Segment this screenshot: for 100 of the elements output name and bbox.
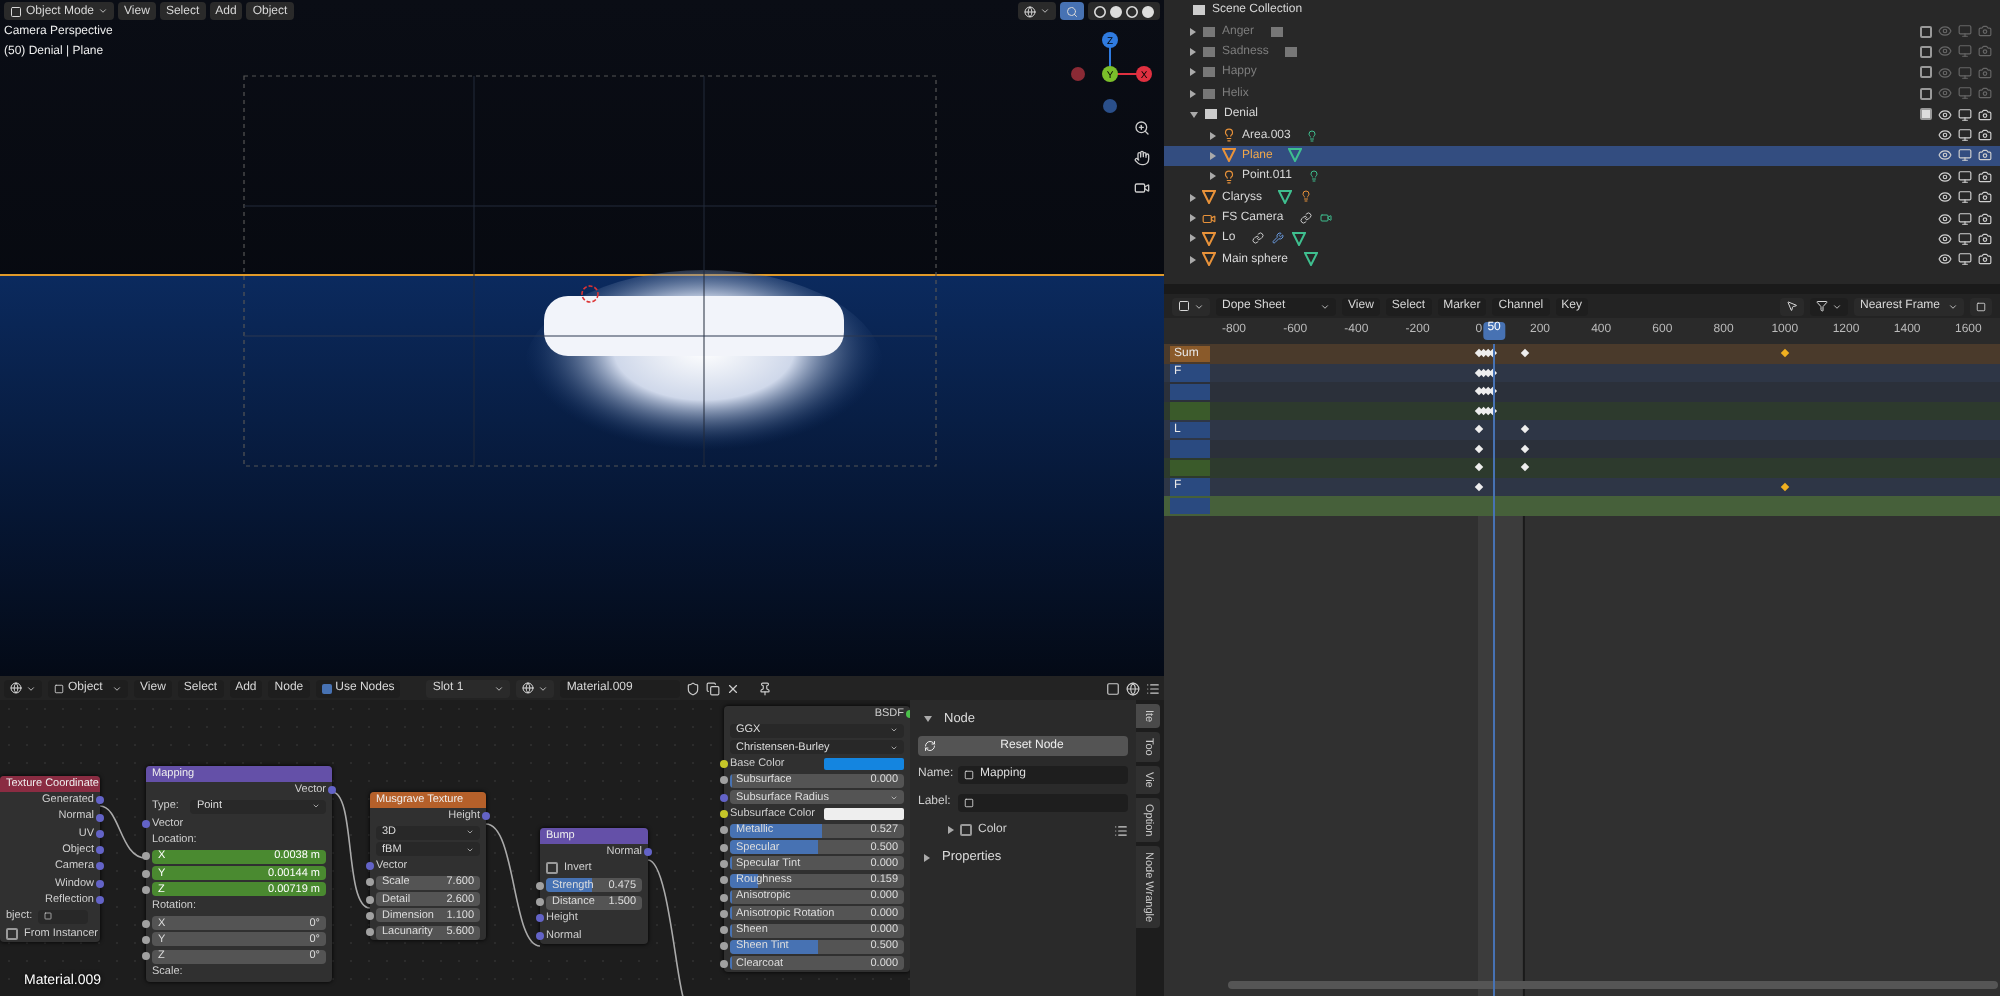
keyframe-icon[interactable]: [1519, 348, 1530, 359]
socket-dot[interactable]: [366, 862, 374, 871]
list-icon[interactable]: [1146, 681, 1160, 695]
socket-dot[interactable]: [142, 919, 150, 928]
square-icon: [1976, 301, 1986, 311]
socket-dot[interactable]: [644, 848, 652, 857]
hand-icon[interactable]: [1130, 146, 1152, 168]
monitor-icon[interactable]: [1958, 128, 1972, 143]
material-browse-button[interactable]: [516, 679, 555, 697]
socket-dot[interactable]: [142, 886, 150, 895]
object-field[interactable]: [38, 909, 89, 924]
shading-button[interactable]: [1088, 2, 1160, 20]
socket-dot[interactable]: [96, 879, 104, 888]
filter-icon: [1816, 300, 1828, 312]
checkbox[interactable]: [546, 862, 558, 875]
checkbox[interactable]: [1920, 108, 1932, 121]
socket-dot[interactable]: [142, 852, 150, 861]
socket-dot[interactable]: [366, 928, 374, 937]
socket-dot[interactable]: [96, 796, 104, 805]
filter-button[interactable]: [1810, 297, 1848, 315]
socket-dot[interactable]: [720, 926, 728, 935]
solid-icon[interactable]: [1110, 5, 1122, 17]
select-button[interactable]: [1780, 297, 1804, 315]
color-swatch[interactable]: [824, 807, 904, 820]
wireframe-icon[interactable]: [1094, 5, 1106, 17]
socket-dot[interactable]: [142, 819, 150, 828]
node-link: [485, 823, 541, 947]
pin-icon[interactable]: [758, 681, 773, 695]
globe-icon[interactable]: [1126, 681, 1140, 695]
socket-dot[interactable]: [366, 878, 374, 887]
socket-dot[interactable]: [536, 898, 544, 907]
globe-icon: [1024, 5, 1036, 17]
overlay-toggle-button[interactable]: [1060, 2, 1084, 20]
socket-dot[interactable]: [482, 812, 490, 821]
camera-icon: [1202, 211, 1216, 226]
socket-dot[interactable]: [142, 869, 150, 878]
socket-dot[interactable]: [96, 846, 104, 855]
monitor-icon[interactable]: [1958, 107, 1972, 122]
socket-dot[interactable]: [536, 931, 544, 940]
node-link: [647, 859, 685, 996]
keyframe-icon[interactable]: [1779, 481, 1790, 492]
monitor-icon[interactable]: [1958, 190, 1972, 205]
socket-dot[interactable]: [142, 952, 150, 961]
list-icon[interactable]: [1114, 823, 1128, 837]
socket-dot[interactable]: [142, 935, 150, 944]
color-swatch[interactable]: [824, 758, 904, 771]
copy-icon[interactable]: [706, 681, 721, 695]
proportional-button[interactable]: [1970, 297, 1992, 315]
socket-dot[interactable]: [536, 881, 544, 890]
lightbulb-icon: [1222, 169, 1236, 184]
socket-dot[interactable]: [720, 859, 728, 868]
lightbulb-icon: [1300, 190, 1313, 203]
square-icon: [44, 912, 53, 921]
socket-dot[interactable]: [720, 893, 728, 902]
socket-dot[interactable]: [366, 912, 374, 921]
checkbox[interactable]: [6, 927, 18, 940]
color-checkbox[interactable]: [960, 824, 972, 836]
shader-node[interactable]: [724, 706, 910, 972]
socket-dot[interactable]: [720, 776, 728, 785]
material-icon[interactable]: [1126, 5, 1138, 17]
checkbox[interactable]: [1920, 66, 1932, 79]
shield-icon[interactable]: [686, 681, 701, 695]
socket-dot[interactable]: [720, 793, 728, 802]
lightbulb-icon: [1222, 128, 1236, 143]
link-icon: [1299, 212, 1312, 225]
checkbox[interactable]: [1920, 25, 1932, 38]
editor-type-dropdown[interactable]: [4, 679, 42, 697]
close-icon[interactable]: [726, 681, 741, 695]
socket-dot[interactable]: [720, 959, 728, 968]
keyframe-icon[interactable]: [1779, 348, 1790, 359]
checkbox[interactable]: [1920, 87, 1932, 100]
editor-type-dropdown[interactable]: [1172, 297, 1210, 315]
socket-dot[interactable]: [96, 813, 104, 822]
socket-dot[interactable]: [96, 829, 104, 838]
socket-dot[interactable]: [720, 876, 728, 885]
zoom-icon[interactable]: [1130, 116, 1152, 138]
socket-dot[interactable]: [328, 786, 336, 795]
socket-dot[interactable]: [720, 810, 728, 819]
triangle-icon: [1222, 148, 1236, 163]
socket-dot[interactable]: [96, 896, 104, 905]
caret-icon: [1320, 301, 1330, 311]
socket-dot[interactable]: [366, 895, 374, 904]
lightbulb-icon: [1307, 170, 1320, 183]
socket-dot[interactable]: [720, 760, 728, 769]
rendered-icon[interactable]: [1142, 5, 1154, 17]
socket-dot[interactable]: [536, 914, 544, 923]
caret-icon: [494, 683, 505, 693]
socket-dot[interactable]: [720, 843, 728, 852]
socket-dot[interactable]: [720, 942, 728, 951]
wrench-icon: [1271, 231, 1284, 244]
monitor-icon[interactable]: [1958, 211, 1972, 226]
node-canvas[interactable]: [0, 700, 910, 996]
socket-dot[interactable]: [720, 909, 728, 918]
square-icon[interactable]: [1106, 681, 1120, 695]
scrollbar[interactable]: [1228, 980, 1998, 990]
socket-dot[interactable]: [96, 862, 104, 871]
checkbox[interactable]: [1920, 45, 1932, 58]
socket-dot[interactable]: [720, 826, 728, 835]
gizmo-toggle-button[interactable]: [1018, 2, 1056, 20]
label-field[interactable]: [958, 793, 1128, 811]
